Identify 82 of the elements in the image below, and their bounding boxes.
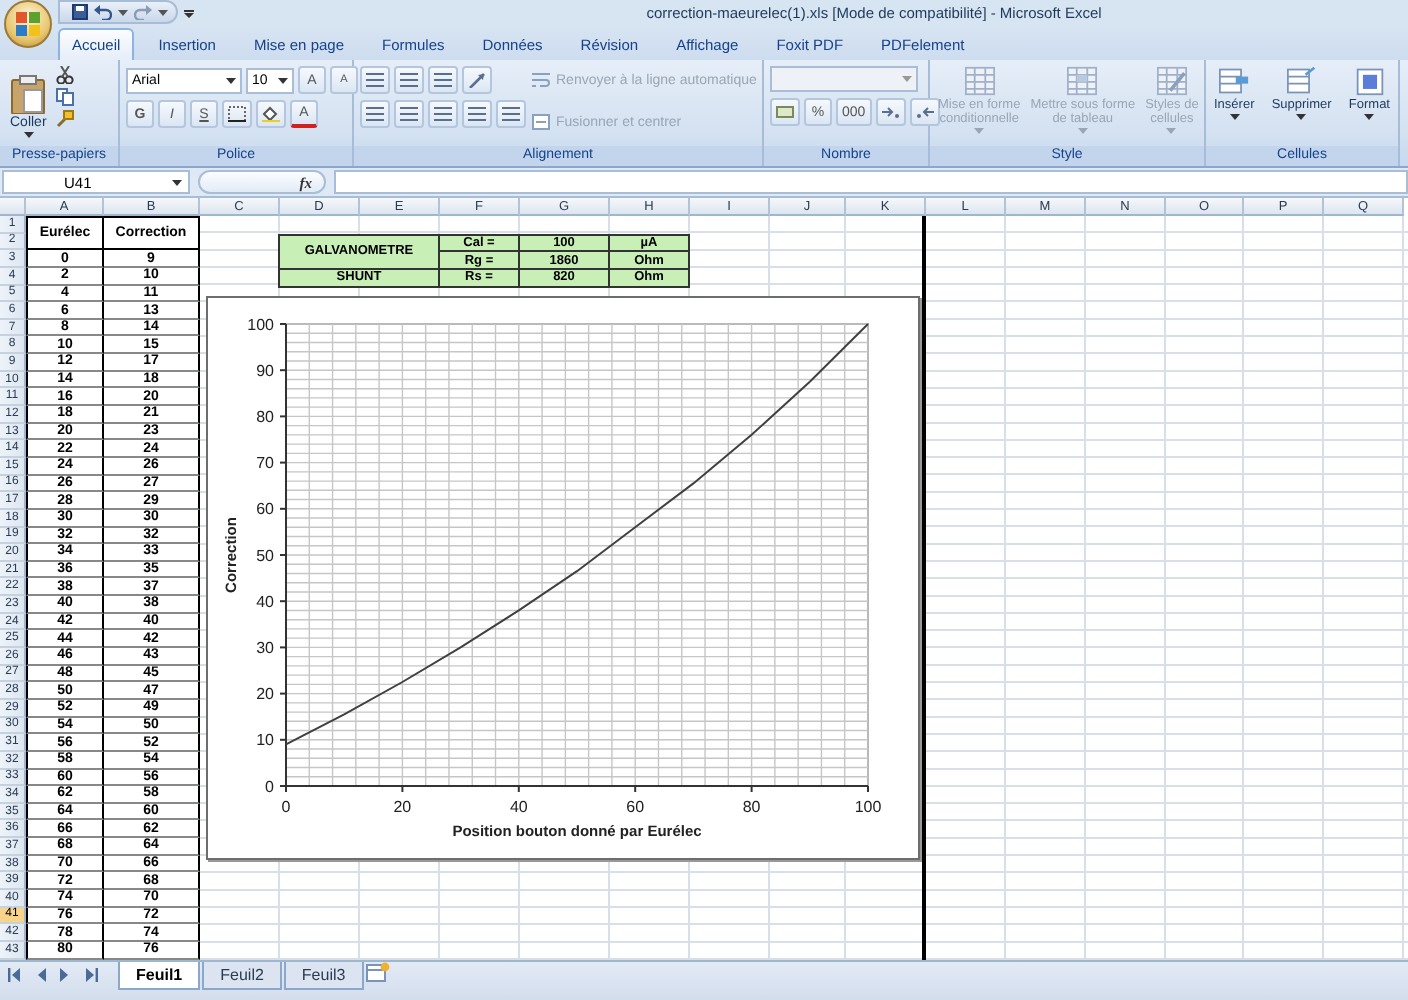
undo-icon[interactable] [94,4,112,20]
caret-icon [278,77,288,83]
decrease-indent-icon [468,106,486,122]
tick-label: 30 [256,639,274,657]
align-middle-button[interactable] [394,66,424,94]
tick-label: 20 [256,685,274,704]
increase-indent-icon [502,106,520,122]
scissors-icon[interactable] [56,66,75,84]
align-left-button[interactable] [360,100,390,128]
sheet-tab[interactable]: Feuil1 [118,962,201,990]
increase-indent-button[interactable] [496,100,526,128]
tick-label: 80 [742,798,761,816]
align-bottom-icon [434,72,452,88]
office-logo-icon [16,12,40,36]
customize-icon[interactable] [184,10,194,18]
fill-color-button[interactable] [256,100,286,128]
align-right-button[interactable] [428,100,458,128]
merge-icon [532,114,550,130]
insert-sheet-icon[interactable] [365,962,390,982]
clipboard-icon [10,74,47,114]
decrease-indent-button[interactable] [462,100,492,128]
align-top-icon [366,72,384,88]
office-button[interactable] [4,0,52,48]
caret-icon [23,132,34,138]
tick-label: 100 [854,798,882,816]
tick-label: 50 [256,546,274,565]
align-top-button[interactable] [360,66,390,94]
tick-label: 80 [256,408,274,426]
align-left-icon [366,106,384,122]
align-middle-icon [400,72,418,88]
caret-icon [172,179,182,185]
tick-label: 60 [626,798,645,816]
caret-icon [1166,128,1177,134]
border-icon [228,106,246,122]
border-button[interactable] [222,100,252,128]
caret-icon [118,9,128,15]
tick-label: 40 [256,592,274,611]
save-icon[interactable] [72,4,88,20]
align-center-icon [400,106,418,122]
decrease-decimal-button[interactable] [909,98,940,126]
tick-label: 60 [256,500,274,519]
align-center-button[interactable] [394,100,424,128]
format-icon [1353,66,1386,96]
tick-label: 10 [256,731,274,750]
conditional-format-icon [963,66,996,96]
orientation-button[interactable] [462,66,492,94]
tick-label: 0 [281,798,291,816]
caret-icon [1229,114,1240,120]
tick-label: 40 [509,798,528,816]
tick-label: 100 [247,315,274,334]
caret-icon [974,128,985,134]
last-sheet-icon[interactable] [84,967,100,981]
cell-styles-icon [1155,66,1188,96]
insert-icon [1218,66,1251,96]
align-right-icon [434,106,452,122]
tick-label: 70 [256,454,274,473]
currency-button[interactable] [770,98,800,126]
increase-decimal-button[interactable] [875,98,906,126]
sheet-tab[interactable]: Feuil2 [202,962,282,990]
currency-icon [776,104,794,120]
increase-decimal-icon [881,104,900,120]
caret-icon [158,9,168,15]
align-bottom-button[interactable] [428,66,458,94]
sheet-tab[interactable]: Feuil3 [283,962,364,990]
orientation-icon [468,72,486,88]
tick-label: 90 [256,361,274,380]
copy-icon[interactable] [56,88,75,106]
decrease-decimal-icon [915,104,934,120]
caret-icon [1296,114,1307,120]
fill-color-icon [262,106,280,122]
formula-field[interactable] [334,170,1408,194]
delete-icon [1285,66,1318,96]
tick-label: 20 [393,798,412,816]
wrap-text-icon [532,72,550,88]
caret-icon [1364,114,1375,120]
caret-icon [1077,128,1088,134]
brush-icon[interactable] [56,110,75,128]
caret-icon [226,77,236,83]
first-sheet-icon[interactable] [6,967,22,981]
caret-icon [902,76,912,82]
table-format-icon [1066,66,1099,96]
tick-label: 0 [265,777,274,796]
